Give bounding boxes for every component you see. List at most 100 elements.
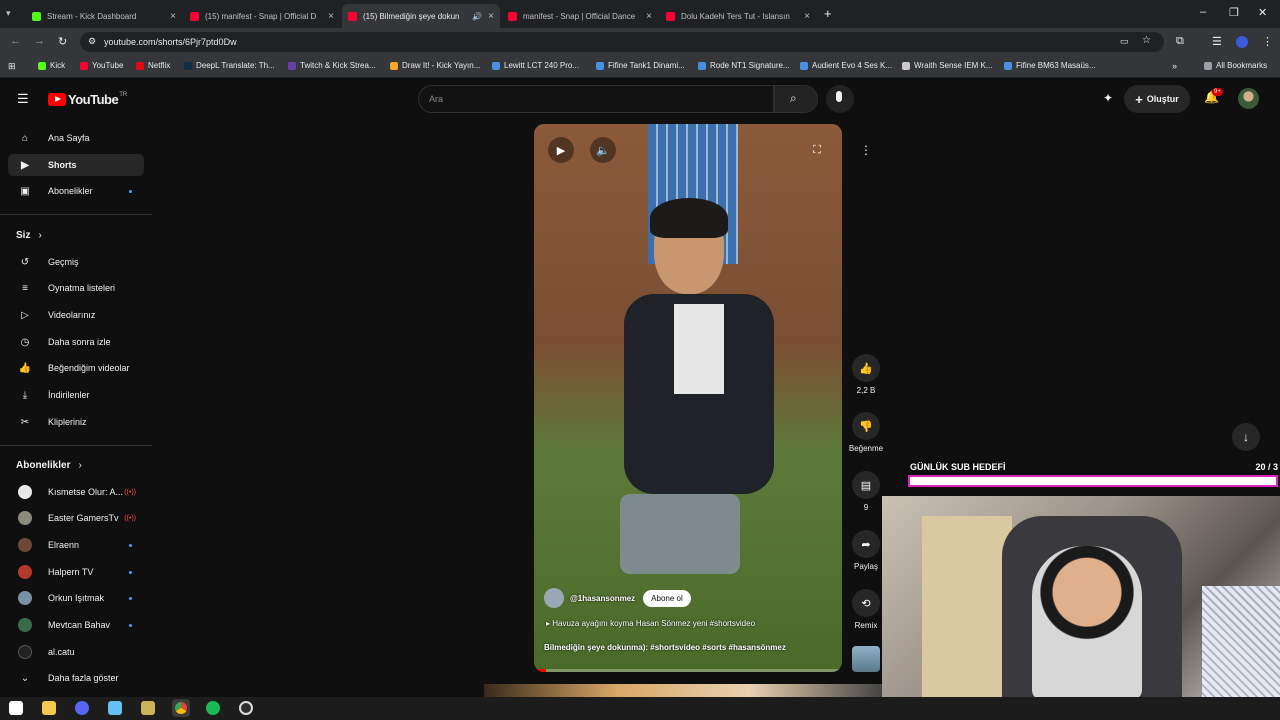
- play-button[interactable]: ▶: [548, 137, 574, 163]
- sound-thumbnail[interactable]: [852, 646, 880, 672]
- steam-icon[interactable]: [108, 701, 122, 715]
- bookmark-item[interactable]: Audient Evo 4 Ses K...: [800, 61, 892, 70]
- profile-avatar[interactable]: [1236, 36, 1248, 48]
- hamburger-menu-icon[interactable]: ☰: [17, 91, 29, 107]
- all-bookmarks-folder[interactable]: All Bookmarks: [1204, 61, 1267, 70]
- browser-tab[interactable]: Dolu Kadehi Ters Tut - Islansın ×: [660, 4, 816, 28]
- bookmark-item[interactable]: Fifine Tank1 Dinami...: [596, 61, 685, 70]
- close-icon[interactable]: ×: [328, 11, 334, 22]
- sidebar-item-label: Videolarınız: [48, 310, 96, 320]
- minimize-button[interactable]: –: [1200, 6, 1206, 18]
- subscribe-button[interactable]: Abone ol: [643, 589, 691, 607]
- channel-handle[interactable]: @1hasansonmez: [570, 594, 635, 603]
- next-video-button[interactable]: ↓: [1232, 423, 1260, 451]
- dislike-action: 👎 Beğenme: [849, 412, 883, 453]
- discord-icon[interactable]: [75, 701, 89, 715]
- browser-tab[interactable]: manifest - Snap | Official Dance ×: [502, 4, 658, 28]
- voice-search-button[interactable]: [826, 85, 854, 113]
- share-icon[interactable]: ➦: [852, 530, 880, 558]
- bookmark-item[interactable]: Draw It! - Kick Yayın...: [390, 61, 480, 70]
- windows-start-icon[interactable]: [9, 701, 23, 715]
- bookmark-item[interactable]: Wraith Sense IEM K...: [902, 61, 993, 70]
- sidebar-item-liked-videos[interactable]: 👍 Beğendiğim videolar: [8, 357, 144, 379]
- sidebar-item-watch-later[interactable]: ◷ Daha sonra izle: [8, 331, 144, 353]
- sidebar-item-channel[interactable]: Halpern TV: [8, 561, 144, 583]
- close-window-button[interactable]: ✕: [1258, 6, 1267, 19]
- share-action: ➦ Paylaş: [852, 530, 880, 571]
- sidebar-item-home[interactable]: ⌂ Ana Sayfa: [8, 127, 144, 149]
- browser-tab[interactable]: Stream - Kick Dashboard ×: [26, 4, 182, 28]
- bookmark-item[interactable]: DeepL Translate: Th...: [184, 61, 275, 70]
- search-button[interactable]: ⌕: [774, 85, 818, 113]
- restore-button[interactable]: ❐: [1229, 6, 1239, 19]
- progress-bar[interactable]: [534, 669, 842, 672]
- sidebar-item-shorts[interactable]: ▶ Shorts: [8, 154, 144, 176]
- account-avatar[interactable]: [1238, 88, 1259, 109]
- chrome-icon[interactable]: [172, 699, 190, 717]
- back-icon[interactable]: ←: [10, 35, 21, 47]
- close-icon[interactable]: ×: [646, 11, 652, 22]
- menu-icon[interactable]: ⋮: [1262, 35, 1273, 48]
- site-info-icon[interactable]: ⚙: [88, 36, 96, 47]
- sidebar-item-your-videos[interactable]: ▷ Videolarınız: [8, 304, 144, 326]
- volume-icon[interactable]: 🔈: [590, 137, 616, 163]
- sidebar-item-playlists[interactable]: ≡ Oynatma listeleri: [8, 277, 144, 299]
- sidebar-item-channel[interactable]: Orkun Işıtmak: [8, 587, 144, 609]
- you-section-header[interactable]: Siz ›: [16, 230, 42, 241]
- remix-icon[interactable]: ⟲: [852, 589, 880, 617]
- sidebar-item-channel[interactable]: Mevtcan Bahav: [8, 614, 144, 636]
- obs-icon[interactable]: [239, 701, 253, 715]
- shorts-icon: ▶: [21, 159, 29, 171]
- apps-icon[interactable]: ⊞: [8, 61, 16, 72]
- shorts-video-player[interactable]: ▶ 🔈 ⛶ @1hasansonmez Abone ol ▸ Havuza ay…: [534, 124, 842, 672]
- thumbs-down-icon[interactable]: 👎: [852, 412, 880, 440]
- app-icon[interactable]: [141, 701, 155, 715]
- tab-search-icon[interactable]: ▾: [6, 8, 11, 19]
- spotify-icon[interactable]: [206, 701, 220, 715]
- extensions-icon[interactable]: ⧉: [1176, 35, 1184, 48]
- bookmark-item[interactable]: Twitch & Kick Strea...: [288, 61, 376, 70]
- sidebar-item-channel[interactable]: al.catu: [8, 641, 144, 663]
- close-icon[interactable]: ×: [170, 11, 176, 22]
- sidebar-item-channel[interactable]: Elraenn: [8, 534, 144, 556]
- channel-avatar[interactable]: [544, 588, 564, 608]
- new-tab-button[interactable]: +: [824, 6, 832, 21]
- fullscreen-icon[interactable]: ⛶: [804, 137, 830, 163]
- bookmark-item[interactable]: Rode NT1 Signature...: [698, 61, 790, 70]
- browser-tab-active[interactable]: (15) Bilmediğin şeye dokun 🔊 ×: [342, 4, 500, 28]
- bookmark-item[interactable]: Kick: [38, 61, 65, 70]
- thumbs-up-icon[interactable]: 👍: [852, 354, 880, 382]
- browser-tab[interactable]: (15) manifest - Snap | Official D ×: [184, 4, 340, 28]
- bookmark-item[interactable]: Lewitt LCT 240 Pro...: [492, 61, 579, 70]
- close-icon[interactable]: ×: [488, 11, 494, 22]
- sidebar-item-channel[interactable]: Easter GamersTv ((•)): [8, 507, 144, 529]
- more-options-icon[interactable]: ⋮: [860, 143, 872, 157]
- short-title[interactable]: ▸ Havuza ayağını koyma Hasan Sönmez yeni…: [546, 619, 755, 628]
- sidebar-item-subscriptions[interactable]: ▣ Abonelikler: [8, 180, 144, 202]
- search-input[interactable]: Ara: [418, 85, 774, 113]
- sidebar-item-downloads[interactable]: ⤓ İndirilenler: [8, 384, 144, 406]
- bookmark-item[interactable]: YouTube: [80, 61, 123, 70]
- cast-icon[interactable]: ▭: [1120, 36, 1129, 47]
- youtube-logo[interactable]: YouTube TR: [48, 92, 127, 107]
- address-bar[interactable]: ⚙ youtube.com/shorts/6Pjr7ptd0Dw ▭ ☆: [80, 32, 1164, 52]
- create-button[interactable]: + Oluştur: [1124, 85, 1190, 113]
- sidebar-item-clips[interactable]: ✂ Klipleriniz: [8, 411, 144, 433]
- tab-title: Stream - Kick Dashboard: [47, 11, 137, 21]
- bookmark-item[interactable]: Fifine BM63 Masaüs...: [1004, 61, 1096, 70]
- speaker-icon[interactable]: 🔊: [472, 12, 482, 21]
- subscriptions-section-header[interactable]: Abonelikler ›: [16, 460, 82, 471]
- studio-icon[interactable]: ✦: [1103, 91, 1113, 105]
- comment-icon[interactable]: ▤: [852, 471, 880, 499]
- file-explorer-icon[interactable]: [42, 701, 56, 715]
- bookmark-item[interactable]: Netflix: [136, 61, 170, 70]
- show-more-button[interactable]: ⌄ Daha fazla göster: [8, 667, 144, 689]
- sidebar-item-history[interactable]: ↺ Geçmiş: [8, 251, 144, 273]
- forward-icon[interactable]: →: [34, 35, 45, 47]
- reading-list-icon[interactable]: ☰: [1212, 35, 1222, 48]
- reload-icon[interactable]: ↻: [58, 35, 67, 48]
- close-icon[interactable]: ×: [804, 11, 810, 22]
- sidebar-item-channel[interactable]: Kısmetse Olur: A... ((•)): [8, 481, 144, 503]
- bookmark-star-icon[interactable]: ☆: [1142, 35, 1151, 46]
- bookmarks-overflow-icon[interactable]: »: [1172, 61, 1177, 71]
